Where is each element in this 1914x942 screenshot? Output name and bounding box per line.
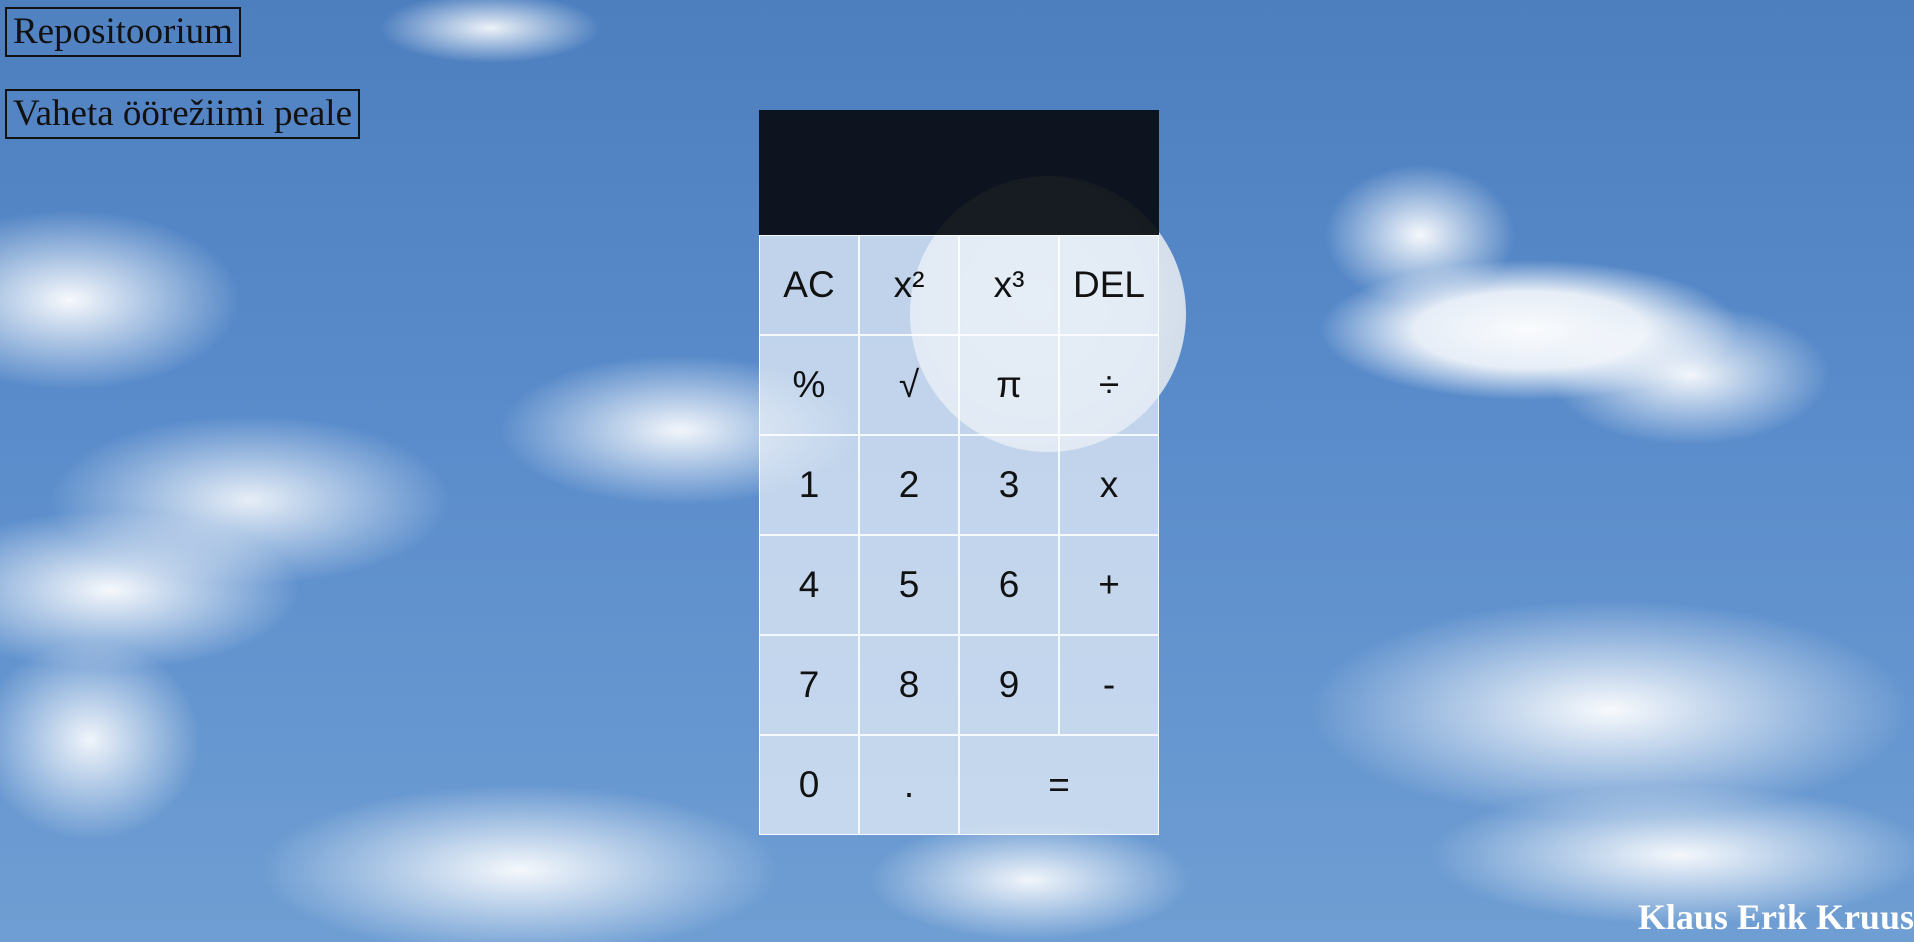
calculator-page: { "nav": { "repository_label": "Reposito… — [0, 0, 1914, 942]
all-clear-button[interactable]: AC — [759, 235, 859, 335]
divide-button[interactable]: ÷ — [1059, 335, 1159, 435]
pi-button[interactable]: π — [959, 335, 1059, 435]
calculator-display — [759, 110, 1159, 235]
digit-5-button[interactable]: 5 — [859, 535, 959, 635]
author-name: Klaus Erik Kruus — [1637, 897, 1914, 937]
cube-button[interactable]: x³ — [959, 235, 1059, 335]
add-button[interactable]: + — [1059, 535, 1159, 635]
digit-7-button[interactable]: 7 — [759, 635, 859, 735]
calculator: AC x² x³ DEL % √ π ÷ 1 2 3 x 4 5 6 + 7 8… — [759, 110, 1159, 835]
equals-button[interactable]: = — [959, 735, 1159, 835]
digit-2-button[interactable]: 2 — [859, 435, 959, 535]
digit-8-button[interactable]: 8 — [859, 635, 959, 735]
digit-3-button[interactable]: 3 — [959, 435, 1059, 535]
decimal-point-button[interactable]: . — [859, 735, 959, 835]
digit-9-button[interactable]: 9 — [959, 635, 1059, 735]
subtract-button[interactable]: - — [1059, 635, 1159, 735]
digit-1-button[interactable]: 1 — [759, 435, 859, 535]
digit-6-button[interactable]: 6 — [959, 535, 1059, 635]
repository-button[interactable]: Repositoorium — [5, 7, 241, 57]
delete-button[interactable]: DEL — [1059, 235, 1159, 335]
calculator-keypad: AC x² x³ DEL % √ π ÷ 1 2 3 x 4 5 6 + 7 8… — [759, 235, 1159, 835]
square-root-button[interactable]: √ — [859, 335, 959, 435]
digit-0-button[interactable]: 0 — [759, 735, 859, 835]
square-button[interactable]: x² — [859, 235, 959, 335]
multiply-button[interactable]: x — [1059, 435, 1159, 535]
digit-4-button[interactable]: 4 — [759, 535, 859, 635]
percent-button[interactable]: % — [759, 335, 859, 435]
dark-mode-toggle-button[interactable]: Vaheta öörežiimi peale — [5, 89, 360, 139]
